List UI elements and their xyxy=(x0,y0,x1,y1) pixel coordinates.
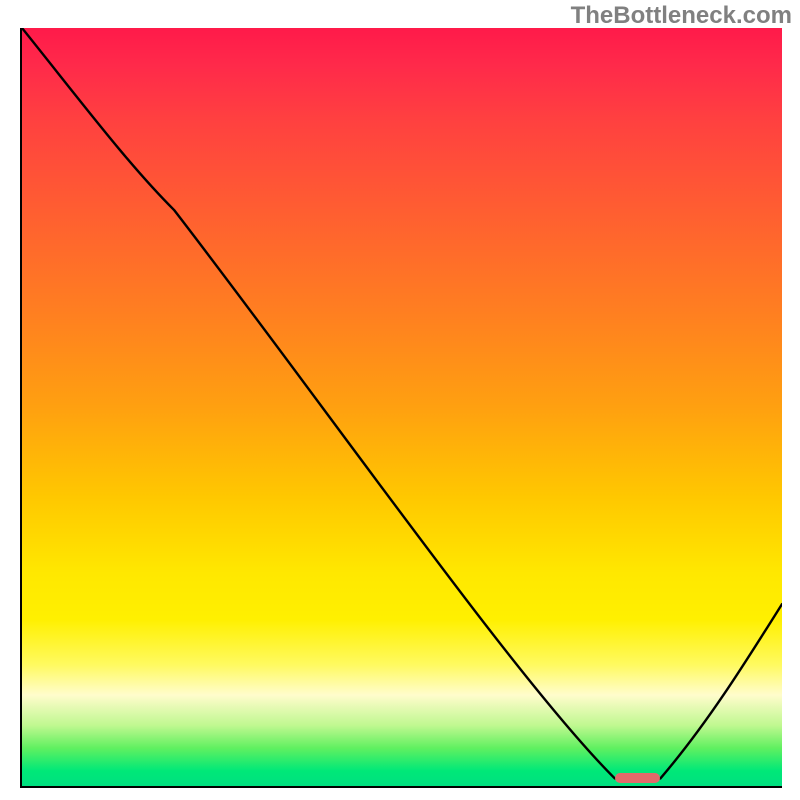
bottleneck-curve xyxy=(22,28,782,786)
chart-container: TheBottleneck.com xyxy=(0,0,800,800)
plot-area xyxy=(22,28,782,786)
x-axis xyxy=(20,786,782,788)
y-axis xyxy=(20,28,22,788)
minimum-marker xyxy=(615,773,661,783)
watermark-text: TheBottleneck.com xyxy=(571,2,792,30)
